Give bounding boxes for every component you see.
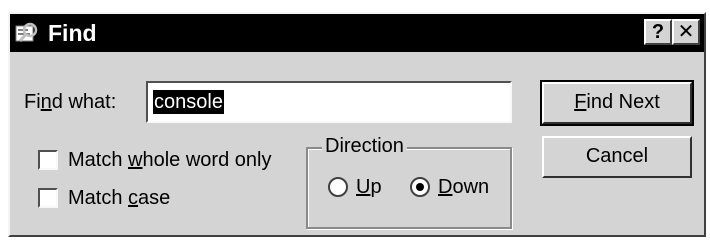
match-whole-word-checkbox[interactable] [38, 150, 58, 170]
match-whole-word-accesskey: w [128, 149, 143, 171]
radio-selected-dot [416, 183, 424, 191]
find-what-selected-text: console [153, 90, 224, 114]
direction-up-label[interactable]: Up [356, 175, 382, 199]
find-what-label-accesskey: n [40, 91, 52, 113]
find-dialog: Find ? ✕ Find what: console Find Next Ca… [8, 12, 706, 237]
dialog-title: Find [48, 20, 97, 46]
match-whole-word-label[interactable]: Match whole word only [68, 148, 271, 172]
direction-up-label-part: p [370, 176, 382, 198]
find-next-label: ind Next [586, 91, 660, 113]
find-next-button[interactable]: Find Next [540, 80, 694, 126]
help-button[interactable]: ? [644, 19, 672, 45]
cancel-button[interactable]: Cancel [542, 136, 692, 178]
direction-up-accesskey: U [356, 176, 371, 198]
find-what-label-part: d what: [51, 91, 117, 113]
match-whole-word-label-part: Match [68, 149, 129, 171]
find-what-label: Find what: [24, 90, 116, 114]
direction-group-title: Direction [322, 134, 407, 158]
match-case-label[interactable]: Match case [68, 186, 170, 210]
direction-up-radio[interactable] [328, 177, 348, 197]
match-case-label-part: Match [68, 187, 129, 209]
direction-down-label[interactable]: Down [438, 175, 489, 199]
find-what-input[interactable]: console [146, 81, 512, 123]
match-case-accesskey: c [128, 187, 139, 209]
match-whole-word-label-part: hole word only [142, 149, 272, 171]
direction-down-accesskey: D [438, 176, 453, 198]
match-case-label-part: ase [138, 187, 171, 209]
direction-down-label-part: own [452, 176, 490, 198]
title-bar[interactable]: Find ? ✕ [10, 14, 704, 52]
find-what-label-part: Fi [24, 91, 41, 113]
match-case-checkbox[interactable] [38, 188, 58, 208]
find-next-accesskey: F [574, 91, 587, 113]
find-app-icon [15, 22, 38, 42]
close-button[interactable]: ✕ [672, 19, 700, 45]
direction-down-radio[interactable] [410, 177, 430, 197]
